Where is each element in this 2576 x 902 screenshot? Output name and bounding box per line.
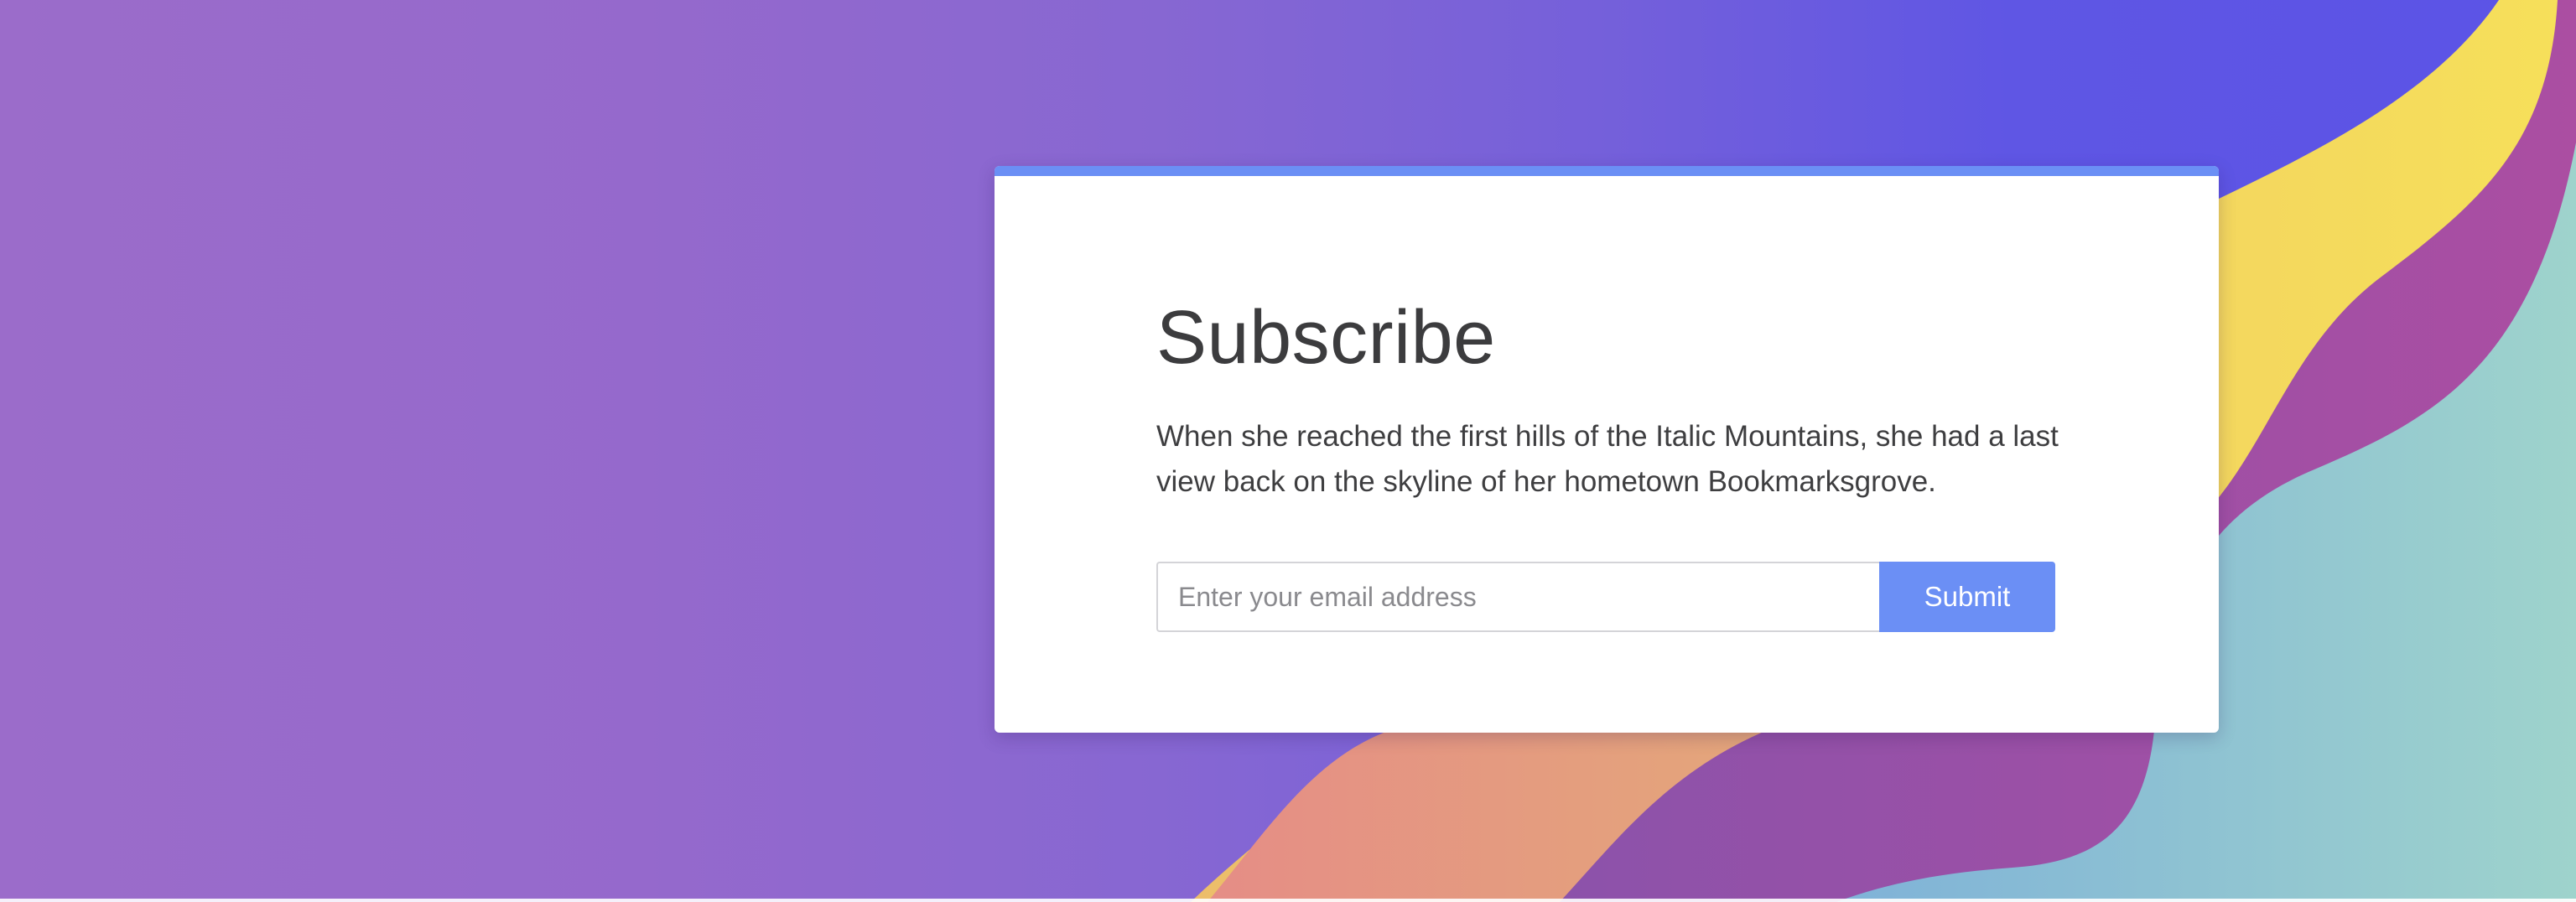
card-accent-bar bbox=[995, 166, 2219, 176]
email-input[interactable] bbox=[1156, 562, 1879, 632]
subscribe-card: Subscribe When she reached the first hil… bbox=[995, 166, 2219, 733]
subscribe-form: Submit bbox=[1156, 562, 2055, 632]
submit-button[interactable]: Submit bbox=[1879, 562, 2055, 632]
subscribe-title: Subscribe bbox=[1156, 296, 1496, 380]
subscribe-description: When she reached the first hills of the … bbox=[1156, 420, 2059, 498]
page-background: Subscribe When she reached the first hil… bbox=[0, 0, 2576, 902]
